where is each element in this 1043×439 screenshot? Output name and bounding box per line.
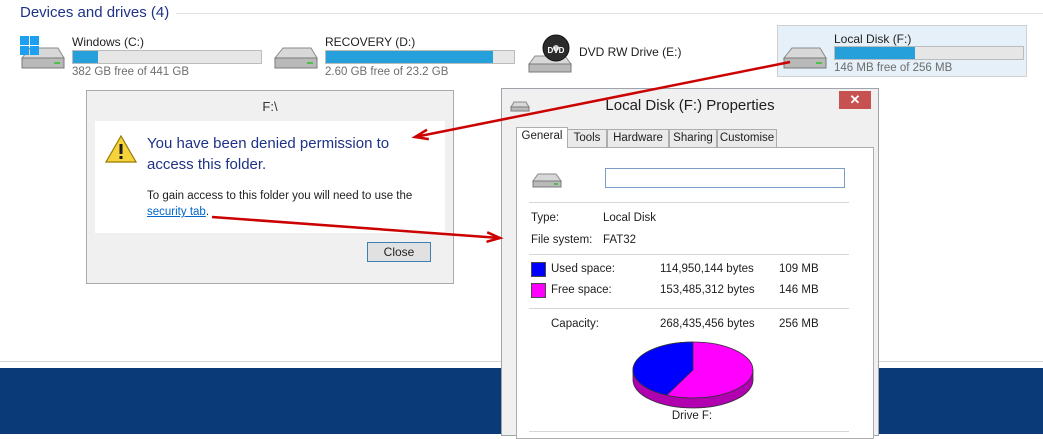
drive-tile-d[interactable]: RECOVERY (D:) 2.60 GB free of 23.2 GB	[271, 28, 519, 78]
hint-suffix: .	[205, 206, 210, 218]
header-divider	[176, 13, 1043, 14]
hard-drive-icon	[273, 47, 318, 69]
drive-usage-fill	[326, 51, 493, 63]
tab-hardware[interactable]: Hardware	[607, 129, 669, 147]
used-space-label: Used space:	[551, 263, 615, 275]
drive-name: Windows (C:)	[72, 35, 145, 49]
drive-usage-bar	[72, 50, 262, 64]
capacity-bytes: 268,435,456 bytes	[660, 318, 755, 330]
divider	[529, 254, 849, 255]
drive-name: RECOVERY (D:)	[325, 35, 416, 49]
divider	[529, 202, 849, 203]
drive-caption: Drive F:	[671, 410, 713, 422]
capacity-size: 256 MB	[779, 318, 819, 330]
disk-usage-pie	[632, 341, 754, 409]
security-tab-link[interactable]: security tab	[147, 206, 206, 218]
drive-name: Local Disk (F:)	[834, 32, 912, 46]
dialog-body: You have been denied permission to acces…	[95, 121, 445, 233]
dvd-logo-text: DVD	[548, 46, 565, 55]
drive-free-text: 2.60 GB free of 23.2 GB	[325, 66, 449, 78]
drive-usage-fill	[835, 47, 916, 59]
used-space-swatch	[531, 262, 546, 277]
capacity-label: Capacity:	[551, 318, 599, 330]
drive-usage-fill	[73, 51, 99, 63]
dialog-title: Local Disk (F:) Properties	[605, 97, 775, 114]
file-system-value: FAT32	[603, 234, 637, 246]
access-denied-dialog: F:\ You have been denied permission to a…	[86, 90, 454, 284]
drive-tile-e[interactable]: DVD DVD RW Drive (E:)	[525, 28, 773, 78]
tab-general[interactable]: General	[516, 127, 568, 148]
tab-tools[interactable]: Tools	[567, 129, 607, 147]
file-system-label: File system:	[531, 234, 593, 246]
drive-usage-bar	[325, 50, 515, 64]
drive-free-text: 146 MB free of 256 MB	[834, 62, 953, 74]
used-space-size: 109 MB	[779, 263, 819, 275]
windows-drive-icon	[20, 36, 65, 69]
drive-tile-c[interactable]: Windows (C:) 382 GB free of 441 GB	[18, 28, 266, 78]
dvd-drive-icon: DVD	[528, 34, 572, 73]
hard-drive-icon	[532, 173, 562, 188]
properties-dialog: Local Disk (F:) Properties ✕ General Too…	[501, 88, 879, 439]
tab-sharing[interactable]: Sharing	[669, 129, 717, 147]
close-icon[interactable]: ✕	[839, 91, 871, 109]
type-value: Local Disk	[603, 212, 657, 224]
free-space-bytes: 153,485,312 bytes	[660, 284, 755, 296]
hint-text: To gain access to this folder you will n…	[147, 190, 413, 202]
close-button[interactable]: Close	[367, 242, 431, 262]
drive-name: DVD RW Drive (E:)	[579, 45, 682, 59]
free-space-swatch	[531, 283, 546, 298]
drive-tile-f[interactable]: Local Disk (F:) 146 MB free of 256 MB	[777, 25, 1027, 77]
used-space-bytes: 114,950,144 bytes	[660, 263, 754, 275]
divider	[529, 431, 849, 432]
arrow-to-file-system-head	[486, 231, 504, 244]
drive-free-text: 382 GB free of 441 GB	[72, 66, 189, 78]
denied-message: You have been denied permission to acces…	[147, 135, 390, 173]
free-space-size: 146 MB	[779, 284, 819, 296]
denied-hint: To gain access to this folder you will n…	[147, 188, 437, 220]
devices-and-drives-header[interactable]: Devices and drives (4)	[20, 4, 169, 21]
free-space-label: Free space:	[551, 284, 612, 296]
drive-usage-bar	[834, 46, 1024, 60]
type-label: Type:	[531, 212, 560, 224]
warning-icon	[105, 135, 137, 163]
dialog-title: F:\	[262, 99, 278, 114]
hard-drive-icon	[782, 47, 827, 69]
divider	[529, 308, 849, 309]
drive-label-input[interactable]	[605, 168, 845, 188]
tab-customise[interactable]: Customise	[717, 129, 777, 147]
general-tab-panel: Type: Local Disk File system: FAT32 Used…	[516, 147, 874, 439]
